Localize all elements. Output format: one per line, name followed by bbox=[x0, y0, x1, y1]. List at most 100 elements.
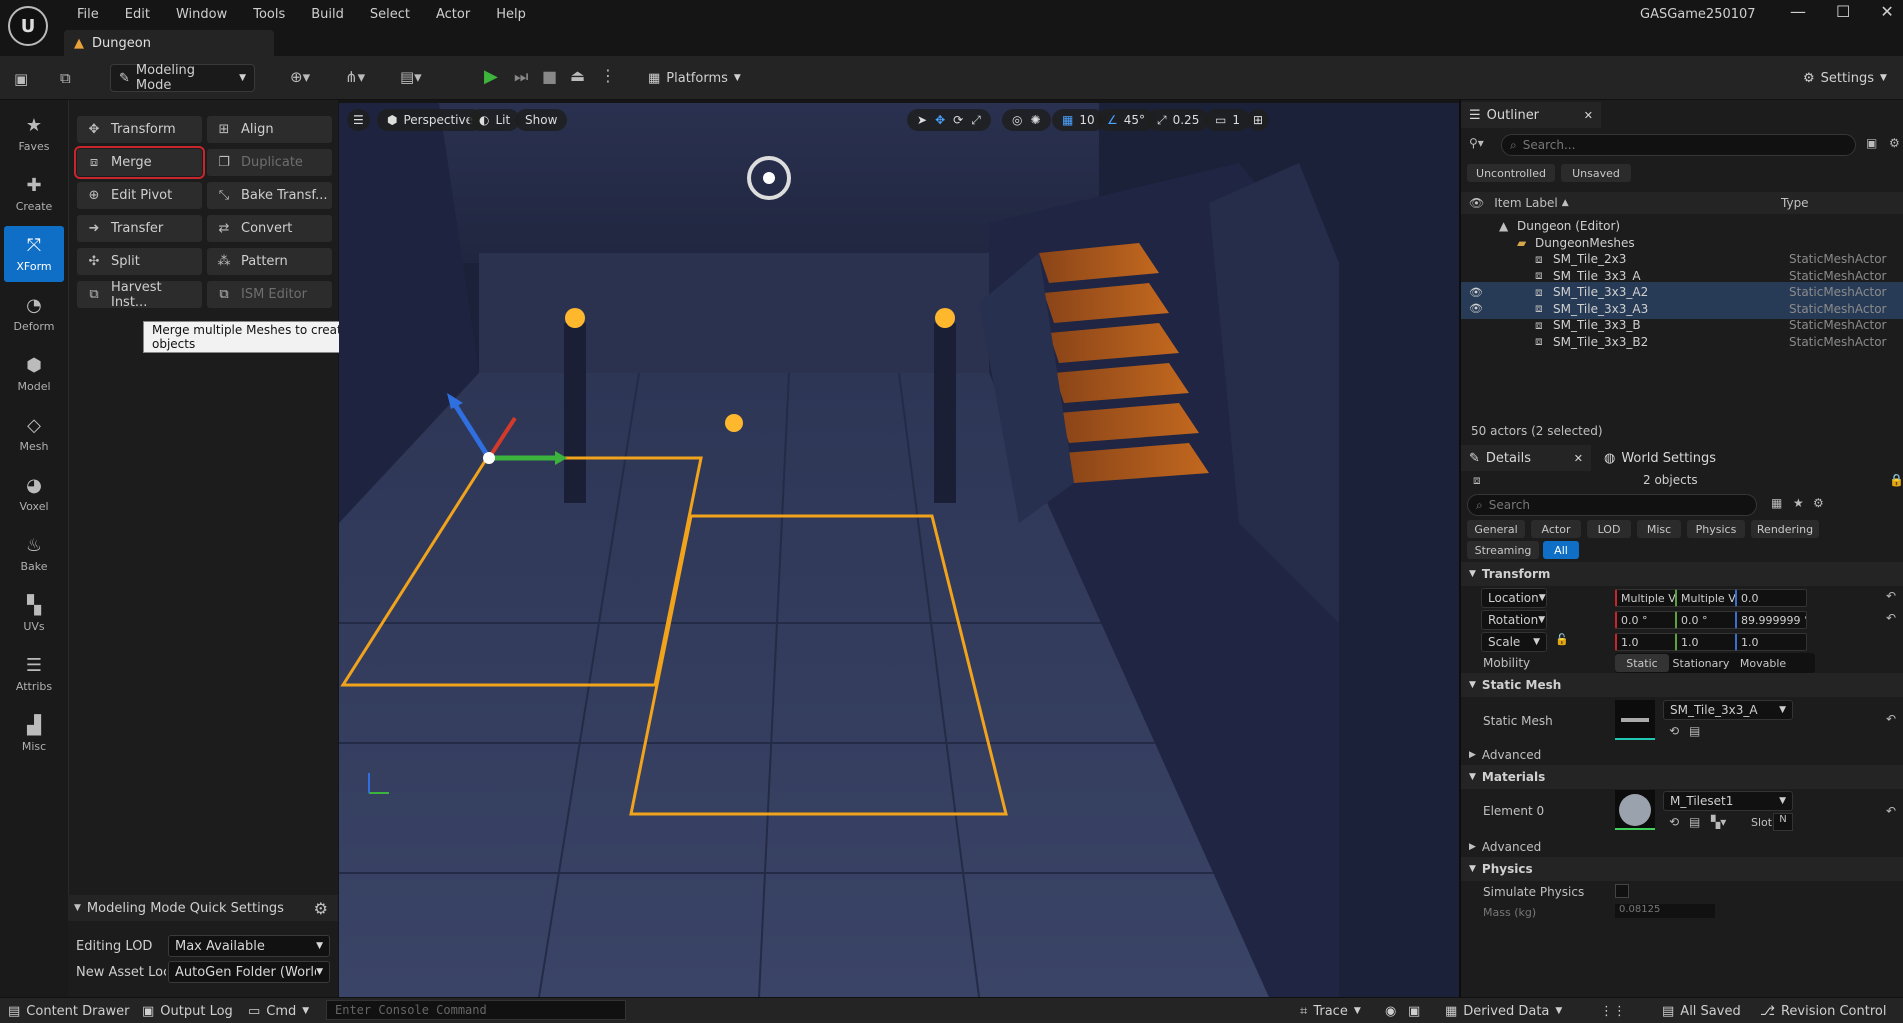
category-physics[interactable]: Physics bbox=[1687, 520, 1745, 538]
visibility-icon[interactable]: 👁 bbox=[1469, 302, 1483, 315]
merge-tool-button[interactable]: ⧈ Merge bbox=[74, 146, 205, 179]
minimize-icon[interactable]: — bbox=[1790, 2, 1806, 21]
menu-tools[interactable]: Tools bbox=[240, 7, 298, 22]
category-streaming[interactable]: Streaming bbox=[1467, 541, 1539, 559]
table-view-icon[interactable]: ▦ bbox=[1771, 496, 1782, 510]
scale-z-field[interactable]: 1.0 bbox=[1735, 633, 1807, 651]
filter-uncontrolled[interactable]: Uncontrolled bbox=[1467, 164, 1555, 182]
transfer-tool-button[interactable]: ➜ Transfer bbox=[77, 215, 202, 242]
screenshot-icon[interactable]: ▣ bbox=[1408, 1002, 1420, 1020]
source-control-icon[interactable]: ⋮⋮ bbox=[1600, 1002, 1626, 1020]
star-icon[interactable]: ★ bbox=[1793, 496, 1804, 510]
content-drawer-button[interactable]: ▤ Content Drawer bbox=[8, 1002, 129, 1020]
lock-icon[interactable]: 🔒 bbox=[1889, 473, 1903, 487]
mode-selector-button[interactable]: ✎ Modeling Mode ▼ bbox=[110, 63, 255, 93]
static-mesh-section-header[interactable]: ▼ Static Mesh bbox=[1461, 673, 1903, 697]
split-tool-button[interactable]: ✣ Split bbox=[77, 248, 202, 275]
category-actor[interactable]: Actor bbox=[1531, 520, 1581, 538]
reset-icon[interactable]: ↶ bbox=[1886, 804, 1896, 818]
outliner-row[interactable]: ⧈ SM_Tile_3x3_B2 StaticMeshActor bbox=[1461, 332, 1903, 352]
browse-icon[interactable]: ⧉ bbox=[60, 69, 71, 87]
menu-build[interactable]: Build bbox=[298, 7, 357, 22]
browse-asset-icon[interactable]: ▤ bbox=[1689, 724, 1700, 738]
palette-model[interactable]: ⬢ Model bbox=[4, 346, 64, 402]
mass-field[interactable]: 0.08125 bbox=[1615, 904, 1715, 918]
rotate-icon[interactable]: ⟳ bbox=[953, 113, 963, 127]
translate-icon[interactable]: ✥ bbox=[935, 113, 945, 127]
camera-speed-button[interactable]: ▭ 1 bbox=[1205, 109, 1250, 131]
align-tool-button[interactable]: ⊞ Align bbox=[207, 116, 332, 143]
menu-edit[interactable]: Edit bbox=[112, 7, 163, 22]
scale-mode-select[interactable]: Scale ▼ bbox=[1481, 632, 1547, 652]
category-misc[interactable]: Misc bbox=[1637, 520, 1681, 538]
show-button[interactable]: Show bbox=[515, 109, 568, 131]
location-z-field[interactable]: 0.0 bbox=[1735, 589, 1807, 607]
select-icon[interactable]: ➤ bbox=[917, 113, 927, 127]
menu-file[interactable]: File bbox=[64, 7, 112, 22]
static-mesh-select[interactable]: SM_Tile_3x3_A ▼ bbox=[1663, 700, 1793, 720]
close-window-icon[interactable]: ✕ bbox=[1880, 2, 1893, 21]
save-icon[interactable]: ▣ bbox=[14, 70, 28, 88]
new-asset-location-select[interactable]: AutoGen Folder (World- ▼ bbox=[168, 961, 330, 983]
use-selected-icon[interactable]: ⟲ bbox=[1669, 724, 1679, 738]
close-icon[interactable]: ✕ bbox=[1584, 109, 1593, 122]
editing-lod-select[interactable]: Max Available ▼ bbox=[168, 935, 330, 957]
harvest-instances-tool-button[interactable]: ⧉ Harvest Inst... bbox=[77, 280, 202, 310]
category-lod[interactable]: LOD bbox=[1587, 520, 1631, 538]
material-options-icon[interactable]: ▚▾ bbox=[1711, 815, 1726, 829]
unreal-logo-icon[interactable]: U bbox=[8, 6, 48, 46]
palette-mesh[interactable]: ◇ Mesh bbox=[4, 406, 64, 462]
maximize-icon[interactable]: ☐ bbox=[1836, 2, 1850, 21]
details-search[interactable]: ⌕ Search bbox=[1467, 494, 1757, 516]
menu-window[interactable]: Window bbox=[163, 7, 240, 22]
console-command-input[interactable]: Enter Console Command bbox=[326, 1000, 626, 1020]
lock-ratio-icon[interactable]: 🔓 bbox=[1555, 633, 1569, 646]
record-icon[interactable]: ◉ bbox=[1385, 1002, 1396, 1020]
details-tab[interactable]: ✎ Details ✕ bbox=[1461, 445, 1591, 471]
gear-icon[interactable]: ⚙ bbox=[1889, 136, 1900, 150]
revision-control-button[interactable]: ⎇ Revision Control bbox=[1760, 1002, 1886, 1020]
mobility-movable[interactable]: Movable bbox=[1733, 654, 1793, 672]
filter-unsaved[interactable]: Unsaved bbox=[1561, 164, 1631, 182]
palette-xform[interactable]: ⤧ XForm bbox=[4, 226, 64, 282]
category-rendering[interactable]: Rendering bbox=[1751, 520, 1819, 538]
duplicate-tool-button[interactable]: ❐ Duplicate bbox=[207, 149, 332, 176]
derived-data-button[interactable]: ▦ Derived Data ▼ bbox=[1445, 1002, 1562, 1020]
slot-field[interactable]: N bbox=[1773, 813, 1793, 831]
menu-actor[interactable]: Actor bbox=[423, 7, 483, 22]
ism-editor-tool-button[interactable]: ⧉ ISM Editor bbox=[207, 281, 332, 308]
transform-tool-button[interactable]: ✥ Transform bbox=[77, 116, 202, 143]
trace-button[interactable]: ⌗ Trace ▼ bbox=[1300, 1002, 1361, 1020]
browse-asset-icon[interactable]: ▤ bbox=[1689, 815, 1700, 829]
step-icon[interactable]: ⏭ bbox=[514, 67, 528, 87]
gear-icon[interactable]: ⚙ bbox=[1813, 496, 1824, 510]
surface-snap-icon[interactable]: ✺ bbox=[1030, 113, 1040, 127]
output-log-button[interactable]: ▣ Output Log bbox=[142, 1002, 233, 1020]
lit-button[interactable]: ◐ Lit bbox=[469, 109, 521, 131]
category-all[interactable]: All bbox=[1543, 541, 1579, 559]
palette-voxel[interactable]: ◕ Voxel bbox=[4, 466, 64, 522]
viewport-layout-button[interactable]: ⊞ bbox=[1247, 109, 1270, 131]
reset-icon[interactable]: ↶ bbox=[1886, 589, 1896, 603]
outliner-search[interactable]: ⌕ Search... bbox=[1501, 134, 1856, 156]
palette-bake[interactable]: ♨ Bake bbox=[4, 526, 64, 582]
outliner-tab[interactable]: ☰ Outliner ✕ bbox=[1461, 102, 1601, 128]
materials-advanced-toggle[interactable]: ▶ Advanced bbox=[1469, 840, 1541, 854]
static-mesh-thumbnail[interactable] bbox=[1615, 700, 1655, 740]
settings-button[interactable]: ⚙ Settings ▼ bbox=[1795, 64, 1895, 92]
filter-icon[interactable]: ⚲▾ bbox=[1469, 136, 1484, 150]
add-actor-icon[interactable]: ⊕▾ bbox=[290, 68, 310, 86]
mobility-static[interactable]: Static bbox=[1615, 654, 1669, 672]
scale-icon[interactable]: ⤢ bbox=[971, 113, 981, 128]
reset-icon[interactable]: ↶ bbox=[1886, 611, 1896, 625]
add-folder-icon[interactable]: ▣ bbox=[1866, 136, 1877, 150]
material-select[interactable]: M_Tileset1 ▼ bbox=[1663, 791, 1793, 811]
palette-misc[interactable]: ▟ Misc bbox=[4, 706, 64, 762]
scale-snap-button[interactable]: ⤢ 0.25 bbox=[1147, 109, 1210, 131]
play-options-icon[interactable]: ⋮ bbox=[600, 66, 616, 85]
world-icon[interactable]: ◎ bbox=[1012, 113, 1022, 127]
all-saved-button[interactable]: ▤ All Saved bbox=[1662, 1002, 1741, 1020]
palette-attribs[interactable]: ☰ Attribs bbox=[4, 646, 64, 702]
rotation-mode-select[interactable]: Rotation ▼ bbox=[1481, 610, 1547, 630]
world-settings-tab[interactable]: ◍ World Settings bbox=[1596, 445, 1736, 471]
